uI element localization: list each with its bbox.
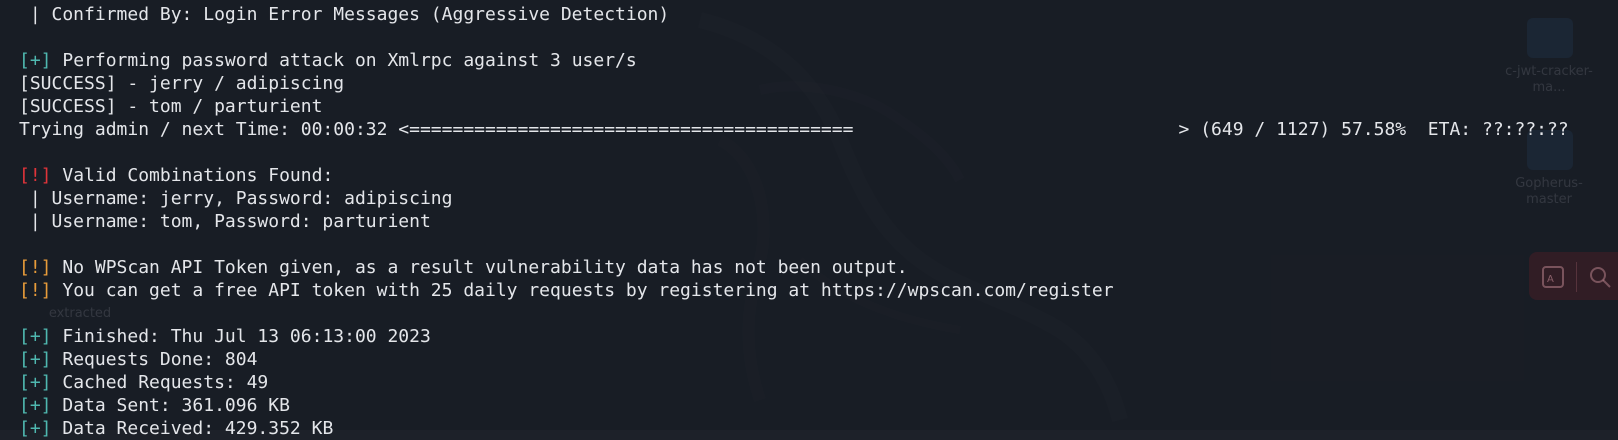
status-prefix-plus: [+] xyxy=(19,395,52,416)
terminal-line: [!] You can get a free API token with 25… xyxy=(19,280,1114,301)
status-prefix-bang: [!] xyxy=(19,165,52,186)
toolbar-divider xyxy=(1576,262,1577,292)
status-prefix-plus: [+] xyxy=(19,418,52,439)
folder-icon[interactable] xyxy=(1527,18,1573,58)
terminal-line: [!] Valid Combinations Found: xyxy=(19,165,334,186)
terminal-line: [SUCCESS] - jerry / adipiscing xyxy=(19,73,345,94)
ai-text-icon[interactable]: A xyxy=(1540,264,1566,290)
terminal-line: [+] Requests Done: 804 xyxy=(19,349,258,370)
terminal-line: | Confirmed By: Login Error Messages (Ag… xyxy=(19,4,670,25)
status-prefix-plus: [+] xyxy=(19,50,52,71)
status-prefix-plus: [+] xyxy=(19,349,52,370)
terminal-line: [+] Finished: Thu Jul 13 06:13:00 2023 xyxy=(19,326,431,347)
terminal-line: [+] Cached Requests: 49 xyxy=(19,372,269,393)
terminal-line: [+] Data Sent: 361.096 KB xyxy=(19,395,290,416)
desktop-label-extracted[interactable]: extracted xyxy=(25,306,135,322)
terminal-line: | Username: jerry, Password: adipiscing xyxy=(19,188,453,209)
status-prefix-plus: [+] xyxy=(19,372,52,393)
desktop-label-gopherus[interactable]: Gopherus-master xyxy=(1494,176,1604,208)
terminal-line: [SUCCESS] - tom / parturient xyxy=(19,96,323,117)
terminal-line: | Username: tom, Password: parturient xyxy=(19,211,431,232)
status-prefix-bang: [!] xyxy=(19,257,52,278)
status-prefix-bang: [!] xyxy=(19,280,52,301)
status-prefix-plus: [+] xyxy=(19,326,52,347)
terminal-line: [+] Data Received: 429.352 KB xyxy=(19,418,334,439)
svg-text:A: A xyxy=(1547,274,1554,285)
search-icon[interactable] xyxy=(1587,264,1613,290)
terminal-line: [+] Performing password attack on Xmlrpc… xyxy=(19,50,637,71)
progress-line: Trying admin / next Time: 00:00:32 <====… xyxy=(19,119,1569,140)
terminal-line: [!] No WPScan API Token given, as a resu… xyxy=(19,257,908,278)
desktop-label-jwt-cracker[interactable]: c-jwt-cracker-ma... xyxy=(1494,64,1604,96)
